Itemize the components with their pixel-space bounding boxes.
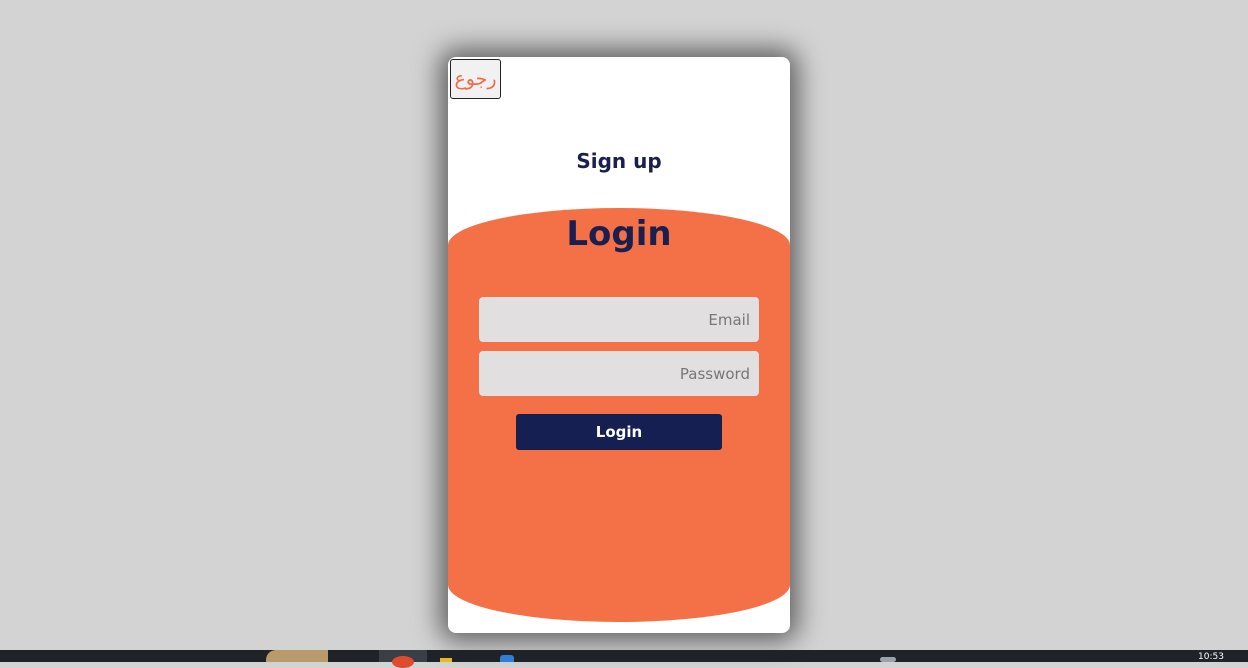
taskbar: 10:53	[0, 650, 1248, 668]
email-input[interactable]	[479, 297, 759, 342]
login-button[interactable]: Login	[516, 414, 722, 450]
taskbar-clock[interactable]: 10:53	[1198, 653, 1224, 662]
taskbar-preview-icon[interactable]	[266, 650, 328, 662]
tray-icon[interactable]	[880, 657, 896, 662]
login-card: رجوع Sign up Login Login	[448, 57, 790, 633]
back-button[interactable]: رجوع	[450, 59, 501, 99]
password-input[interactable]	[479, 351, 759, 396]
folder-icon[interactable]	[440, 658, 452, 662]
signup-tab[interactable]: Sign up	[448, 149, 790, 173]
login-title: Login	[566, 214, 672, 254]
login-panel: Login Login	[448, 208, 790, 622]
chrome-icon[interactable]	[392, 656, 414, 668]
vscode-icon[interactable]	[500, 655, 514, 662]
